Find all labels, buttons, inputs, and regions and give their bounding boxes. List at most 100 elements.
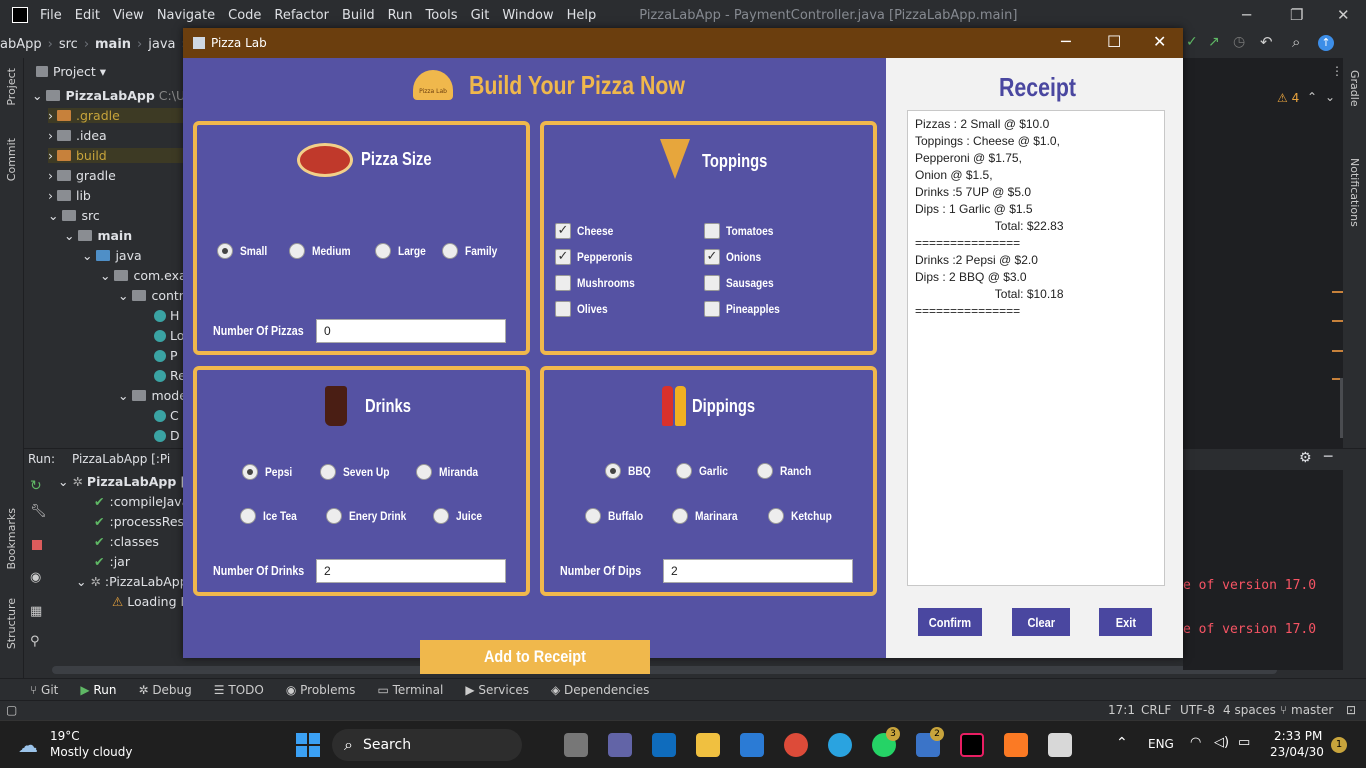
tree-class-4[interactable]: Re: [154, 368, 186, 383]
tree-java[interactable]: ⌄ java: [82, 248, 142, 263]
clock-time[interactable]: 2:33 PM: [1274, 729, 1322, 743]
breadcrumb-java[interactable]: java: [148, 37, 175, 52]
exit-button[interactable]: Exit: [1099, 608, 1152, 636]
run-tree-item[interactable]: ⌄ ✲ :PizzaLabApp: [76, 574, 188, 589]
tab-dependencies[interactable]: ◈ Dependencies: [551, 683, 649, 697]
drink-sevenup-radio[interactable]: Seven Up: [320, 464, 398, 480]
menu-edit[interactable]: Edit: [75, 8, 100, 23]
drink-count-input[interactable]: 2: [316, 559, 506, 583]
size-large-radio[interactable]: Large: [375, 243, 431, 259]
tab-problems[interactable]: ◉ Problems: [286, 683, 356, 697]
tree-package[interactable]: ⌄ com.exa: [100, 268, 187, 283]
lock-icon[interactable]: ⊡: [1346, 703, 1356, 717]
size-medium-radio[interactable]: Medium: [289, 243, 357, 259]
project-panel-header[interactable]: Project ▾: [36, 64, 106, 79]
rollback-icon[interactable]: ↶: [1260, 33, 1273, 51]
chrome-icon[interactable]: [784, 733, 808, 757]
update-icon[interactable]: ↑: [1318, 35, 1334, 51]
menu-code[interactable]: Code: [228, 8, 261, 23]
clear-button[interactable]: Clear: [1012, 608, 1070, 636]
menu-navigate[interactable]: Navigate: [157, 8, 215, 23]
pin-icon[interactable]: ⚲: [30, 634, 40, 649]
pizza-count-input[interactable]: 0: [316, 319, 506, 343]
tree-lib[interactable]: › lib: [48, 188, 91, 203]
menu-file[interactable]: File: [40, 8, 62, 23]
dip-buffalo-radio[interactable]: Buffalo: [585, 508, 649, 524]
panel-toggle-icon[interactable]: ▢: [6, 703, 17, 717]
tree-idea[interactable]: › .idea: [48, 128, 107, 143]
topping-pepperonis-checkbox[interactable]: ✓ Pepperonis: [555, 249, 642, 265]
receipt-textarea[interactable]: Pizzas : 2 Small @ $10.0 Toppings : Chee…: [907, 110, 1165, 586]
file-explorer-icon[interactable]: [696, 733, 720, 757]
layout-icon[interactable]: ▦: [30, 604, 42, 619]
maximize-icon[interactable]: ☐: [1107, 32, 1121, 51]
search-icon[interactable]: ⌕: [1292, 33, 1300, 51]
add-to-receipt-button[interactable]: Add to Receipt: [420, 640, 650, 674]
tree-models[interactable]: ⌄ mode: [118, 388, 187, 403]
size-family-radio[interactable]: Family: [442, 243, 503, 259]
menu-view[interactable]: View: [113, 8, 144, 23]
battery-icon[interactable]: ▭: [1238, 735, 1250, 750]
gradle-tool-label[interactable]: Gradle: [1348, 70, 1361, 107]
drink-pepsi-radio[interactable]: Pepsi: [242, 464, 297, 480]
xampp-icon[interactable]: [1004, 733, 1028, 757]
more-options-icon[interactable]: ⋮: [1331, 64, 1343, 78]
dip-marinara-radio[interactable]: Marinara: [672, 508, 745, 524]
tab-debug[interactable]: ✲ Debug: [138, 683, 191, 697]
weather-temp[interactable]: 19°C: [50, 729, 80, 743]
horizontal-scrollbar[interactable]: [52, 666, 1277, 674]
run-tree-item[interactable]: ✔:jar: [94, 554, 130, 569]
intellij-taskbar-icon[interactable]: [960, 733, 984, 757]
mail-icon[interactable]: [652, 733, 676, 757]
menu-window[interactable]: Window: [502, 8, 553, 23]
tree-class-5[interactable]: C: [154, 408, 179, 423]
wifi-icon[interactable]: ◠: [1190, 735, 1201, 750]
drink-icetea-radio[interactable]: Ice Tea: [240, 508, 303, 524]
warnings-indicator[interactable]: ⚠ 4: [1277, 91, 1299, 105]
git-branch[interactable]: ⑂ master: [1280, 703, 1333, 717]
drink-energy-radio[interactable]: Enery Drink: [326, 508, 416, 524]
confirm-button[interactable]: Confirm: [918, 608, 982, 636]
line-separator[interactable]: CRLF: [1141, 703, 1171, 717]
drink-miranda-radio[interactable]: Miranda: [416, 464, 485, 480]
project-tool-label[interactable]: Project: [5, 68, 18, 106]
breadcrumb-main[interactable]: main: [95, 37, 131, 52]
window-titlebar[interactable]: Pizza Lab ─ ☐ ✕: [183, 28, 1183, 58]
volume-icon[interactable]: ◁): [1214, 735, 1229, 750]
close-icon[interactable]: ✕: [1153, 32, 1166, 51]
teams-icon[interactable]: [608, 733, 632, 757]
tree-gradle-hidden[interactable]: › .gradle: [48, 108, 184, 123]
next-warning-icon[interactable]: ⌄: [1325, 90, 1335, 104]
weather-cloud-icon[interactable]: ☁: [18, 733, 38, 757]
dip-garlic-radio[interactable]: Garlic: [676, 463, 733, 479]
ide-minimize-icon[interactable]: ─: [1242, 6, 1251, 24]
topping-mushrooms-checkbox[interactable]: Mushrooms: [555, 275, 645, 291]
taskbar-search[interactable]: ⌕ Search: [332, 729, 522, 761]
tree-build[interactable]: › build: [48, 148, 184, 163]
commit-check-icon[interactable]: ✓: [1186, 34, 1198, 50]
clock-date[interactable]: 23/04/30: [1270, 745, 1324, 759]
topping-olives-checkbox[interactable]: Olives: [555, 301, 613, 317]
java-app-icon[interactable]: [1048, 733, 1072, 757]
notification-badge[interactable]: 1: [1331, 737, 1347, 753]
run-tree-item[interactable]: ⚠ Loading F: [112, 594, 188, 609]
menu-build[interactable]: Build: [342, 8, 375, 23]
menu-tools[interactable]: Tools: [426, 8, 458, 23]
run-tab[interactable]: PizzaLabApp [:Pi: [72, 452, 170, 466]
wrench-icon[interactable]: 🔧︎: [30, 504, 47, 519]
drink-juice-radio[interactable]: Juice: [433, 508, 487, 524]
prev-warning-icon[interactable]: ⌃: [1307, 90, 1317, 104]
tree-class-1[interactable]: H: [154, 308, 179, 323]
structure-tool-label[interactable]: Structure: [5, 598, 18, 649]
tree-main[interactable]: ⌄ main: [64, 228, 132, 243]
topping-cheese-checkbox[interactable]: ✓ Cheese: [555, 223, 620, 239]
breadcrumb-src[interactable]: src: [59, 37, 78, 52]
console-output[interactable]: e of version 17.0 e of version 17.0: [1183, 470, 1343, 670]
tab-git[interactable]: ⑂ Git: [30, 683, 58, 697]
dip-ranch-radio[interactable]: Ranch: [757, 463, 817, 479]
tab-todo[interactable]: ☰ TODO: [214, 683, 264, 697]
menu-refactor[interactable]: Refactor: [274, 8, 329, 23]
tree-controllers[interactable]: ⌄ contr: [118, 288, 184, 303]
history-icon[interactable]: ◷: [1233, 34, 1245, 50]
ide-maximize-icon[interactable]: ❐: [1290, 6, 1303, 24]
